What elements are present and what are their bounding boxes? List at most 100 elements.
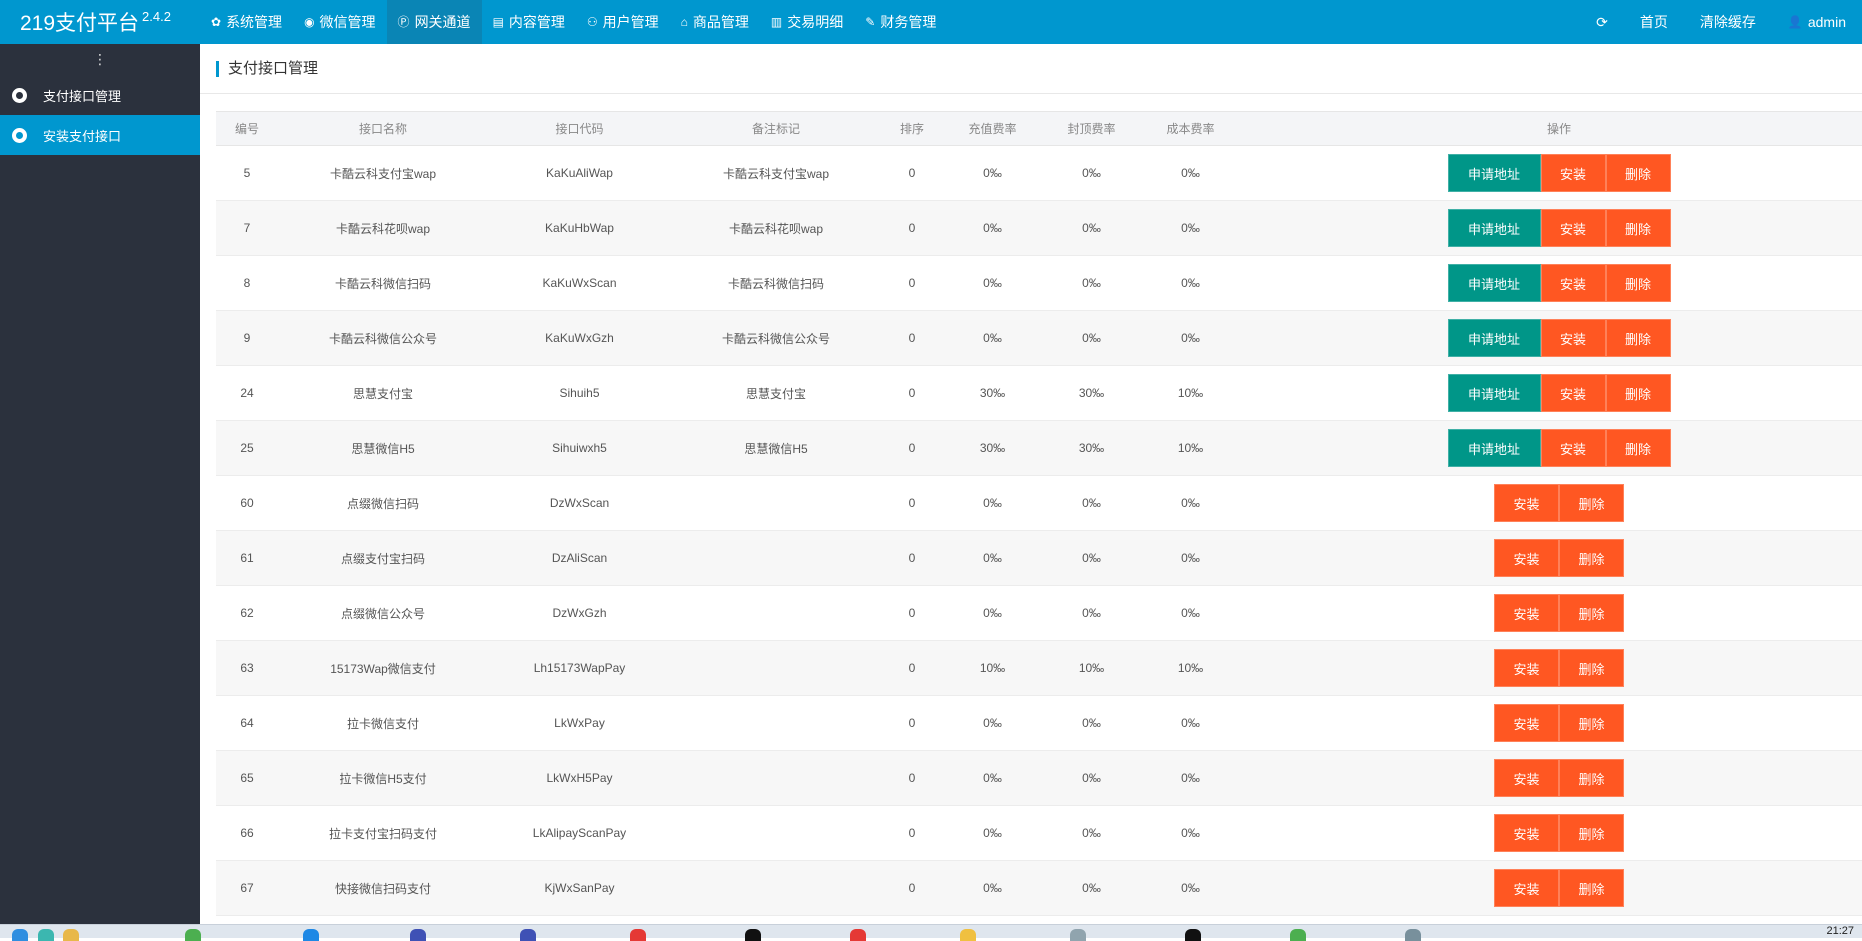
install-button[interactable]: 安装: [1494, 594, 1559, 632]
install-button[interactable]: 安装: [1494, 649, 1559, 687]
cell-code: KaKuWxScan: [488, 255, 671, 311]
refresh-icon: ⟳: [1596, 13, 1608, 30]
nav-item-0[interactable]: ✿ 系统管理: [200, 0, 293, 44]
delete-button[interactable]: 删除: [1605, 209, 1671, 247]
cell-actions: 安装 删除: [1240, 475, 1862, 531]
cell-cap-rate: 0‰: [1042, 860, 1141, 916]
delete-button[interactable]: 删除: [1605, 319, 1671, 357]
nav-icon: ⌂: [680, 15, 688, 29]
install-button[interactable]: 安装: [1494, 869, 1559, 907]
install-button[interactable]: 安装: [1540, 264, 1606, 302]
cell-actions: 安装 删除: [1240, 530, 1862, 586]
folder-icon[interactable]: [63, 929, 79, 941]
app-icon[interactable]: [850, 929, 866, 941]
nav-item-label: 商品管理: [692, 14, 749, 30]
install-button[interactable]: 安装: [1494, 759, 1559, 797]
nav-item-4[interactable]: ⚇ 用户管理: [576, 0, 670, 44]
delete-button[interactable]: 删除: [1559, 649, 1624, 687]
nav-icon: ▥: [770, 15, 783, 29]
app-icon[interactable]: [1185, 929, 1201, 941]
apply-address-button[interactable]: 申请地址: [1447, 264, 1541, 302]
delete-button[interactable]: 删除: [1559, 869, 1624, 907]
sidebar-toggle-button[interactable]: ⋮: [0, 44, 200, 75]
install-button[interactable]: 安装: [1494, 484, 1559, 522]
apply-address-button[interactable]: 申请地址: [1447, 154, 1541, 192]
nav-item-5[interactable]: ⌂ 商品管理: [670, 0, 760, 44]
delete-button[interactable]: 删除: [1605, 264, 1671, 302]
delete-button[interactable]: 删除: [1605, 429, 1671, 467]
apply-address-button[interactable]: 申请地址: [1447, 209, 1541, 247]
nav-item-6[interactable]: ▥ 交易明细: [760, 0, 854, 44]
app-icon[interactable]: [1290, 929, 1306, 941]
cell-id: 65: [216, 750, 278, 806]
install-button[interactable]: 安装: [1494, 704, 1559, 742]
home-link[interactable]: 首页: [1624, 12, 1684, 32]
cell-rate: 0‰: [943, 475, 1042, 531]
install-button[interactable]: 安装: [1494, 814, 1559, 852]
nav-item-2[interactable]: Ⓟ 网关通道: [386, 0, 482, 44]
app-icon[interactable]: [960, 929, 976, 941]
install-button[interactable]: 安装: [1494, 539, 1559, 577]
cell-actions: 安装 删除: [1240, 805, 1862, 861]
table-row: 25 思慧微信H5 Sihuiwxh5 思慧微信H5 0 30‰ 30‰ 10‰ 申请地址 安装删…: [216, 420, 1862, 476]
install-button[interactable]: 安装: [1540, 429, 1606, 467]
cell-name: 点缀微信公众号: [278, 585, 488, 641]
cell-id: 25: [216, 420, 278, 476]
table-row: 24 思慧支付宝 Sihuih5 思慧支付宝 0 30‰ 30‰ 10‰ 申请地址 安装 删除: [216, 365, 1862, 421]
cell-cap-rate: 30‰: [1042, 420, 1141, 476]
cell-actions: 申请地址 安装 删除: [1240, 365, 1862, 421]
table-row: 63 15173Wap微信支付 Lh15173WapPay 0 10‰ 10‰ 10‰ 安装删…: [216, 640, 1862, 696]
apply-address-button[interactable]: 申请地址: [1447, 319, 1541, 357]
clear-cache-link[interactable]: 清除缓存: [1684, 12, 1772, 32]
app-icon[interactable]: [185, 929, 201, 941]
delete-button[interactable]: 删除: [1559, 594, 1624, 632]
cell-cap-rate: 0‰: [1042, 255, 1141, 311]
table-header-row: 编号 接口名称 接口代码 备注标记 排序 充值费率 封顶费率 成本费率 操作: [216, 111, 1862, 146]
table-row: 7 卡酷云科花呗wap KaKuHbWap 卡酷云科花呗wap 0 0‰ 0‰ 0‰ 申请地址安…: [216, 200, 1862, 256]
app-icon[interactable]: [630, 929, 646, 941]
nav-item-3[interactable]: ▤ 内容管理: [482, 0, 576, 44]
delete-button[interactable]: 删除: [1559, 539, 1624, 577]
install-button[interactable]: 安装: [1540, 154, 1606, 192]
apply-address-button[interactable]: 申请地址: [1447, 374, 1541, 412]
nav-item-7[interactable]: ✎ 财务管理: [854, 0, 947, 44]
delete-button[interactable]: 删除: [1559, 704, 1624, 742]
sidebar-item-0[interactable]: 支付接口管理: [0, 75, 200, 115]
delete-button[interactable]: 删除: [1605, 374, 1671, 412]
cell-id: 5: [216, 145, 278, 201]
cell-remark: 卡酷云科花呗wap: [671, 200, 881, 256]
windows-start-icon[interactable]: [12, 929, 28, 941]
cell-sort: 0: [881, 310, 943, 366]
cell-cap-rate: 0‰: [1042, 310, 1141, 366]
sidebar-item-1[interactable]: 安装支付接口: [0, 115, 200, 155]
user-menu[interactable]: 👤 admin: [1772, 14, 1862, 30]
delete-button[interactable]: 删除: [1559, 484, 1624, 522]
delete-button[interactable]: 删除: [1559, 759, 1624, 797]
cell-cap-rate: 0‰: [1042, 530, 1141, 586]
nav-item-label: 网关通道: [414, 14, 471, 30]
refresh-button[interactable]: ⟳: [1580, 14, 1624, 31]
sidebar-menu: 支付接口管理 安装支付接口: [0, 75, 200, 155]
install-button[interactable]: 安装: [1540, 374, 1606, 412]
cell-actions: 安装 删除: [1240, 640, 1862, 696]
install-button[interactable]: 安装: [1540, 209, 1606, 247]
cell-cost-rate: 10‰: [1141, 420, 1240, 476]
install-button[interactable]: 安装: [1540, 319, 1606, 357]
cell-actions: 申请地址 安装 删除: [1240, 255, 1862, 311]
cell-sort: 0: [881, 365, 943, 421]
app-icon[interactable]: [520, 929, 536, 941]
app-logo[interactable]: 219支付平台 2.4.2: [0, 7, 200, 37]
apply-address-button[interactable]: 申请地址: [1447, 429, 1541, 467]
app-icon[interactable]: [1405, 929, 1421, 941]
delete-button[interactable]: 删除: [1559, 814, 1624, 852]
app-icon[interactable]: [303, 929, 319, 941]
cell-id: 8: [216, 255, 278, 311]
cell-sort: 0: [881, 805, 943, 861]
browser-icon[interactable]: [38, 929, 54, 941]
app-icon[interactable]: [410, 929, 426, 941]
delete-button[interactable]: 删除: [1605, 154, 1671, 192]
app-icon[interactable]: [745, 929, 761, 941]
nav-item-1[interactable]: ◉ 微信管理: [293, 0, 386, 44]
app-icon[interactable]: [1070, 929, 1086, 941]
nav-item-label: 财务管理: [880, 14, 937, 30]
